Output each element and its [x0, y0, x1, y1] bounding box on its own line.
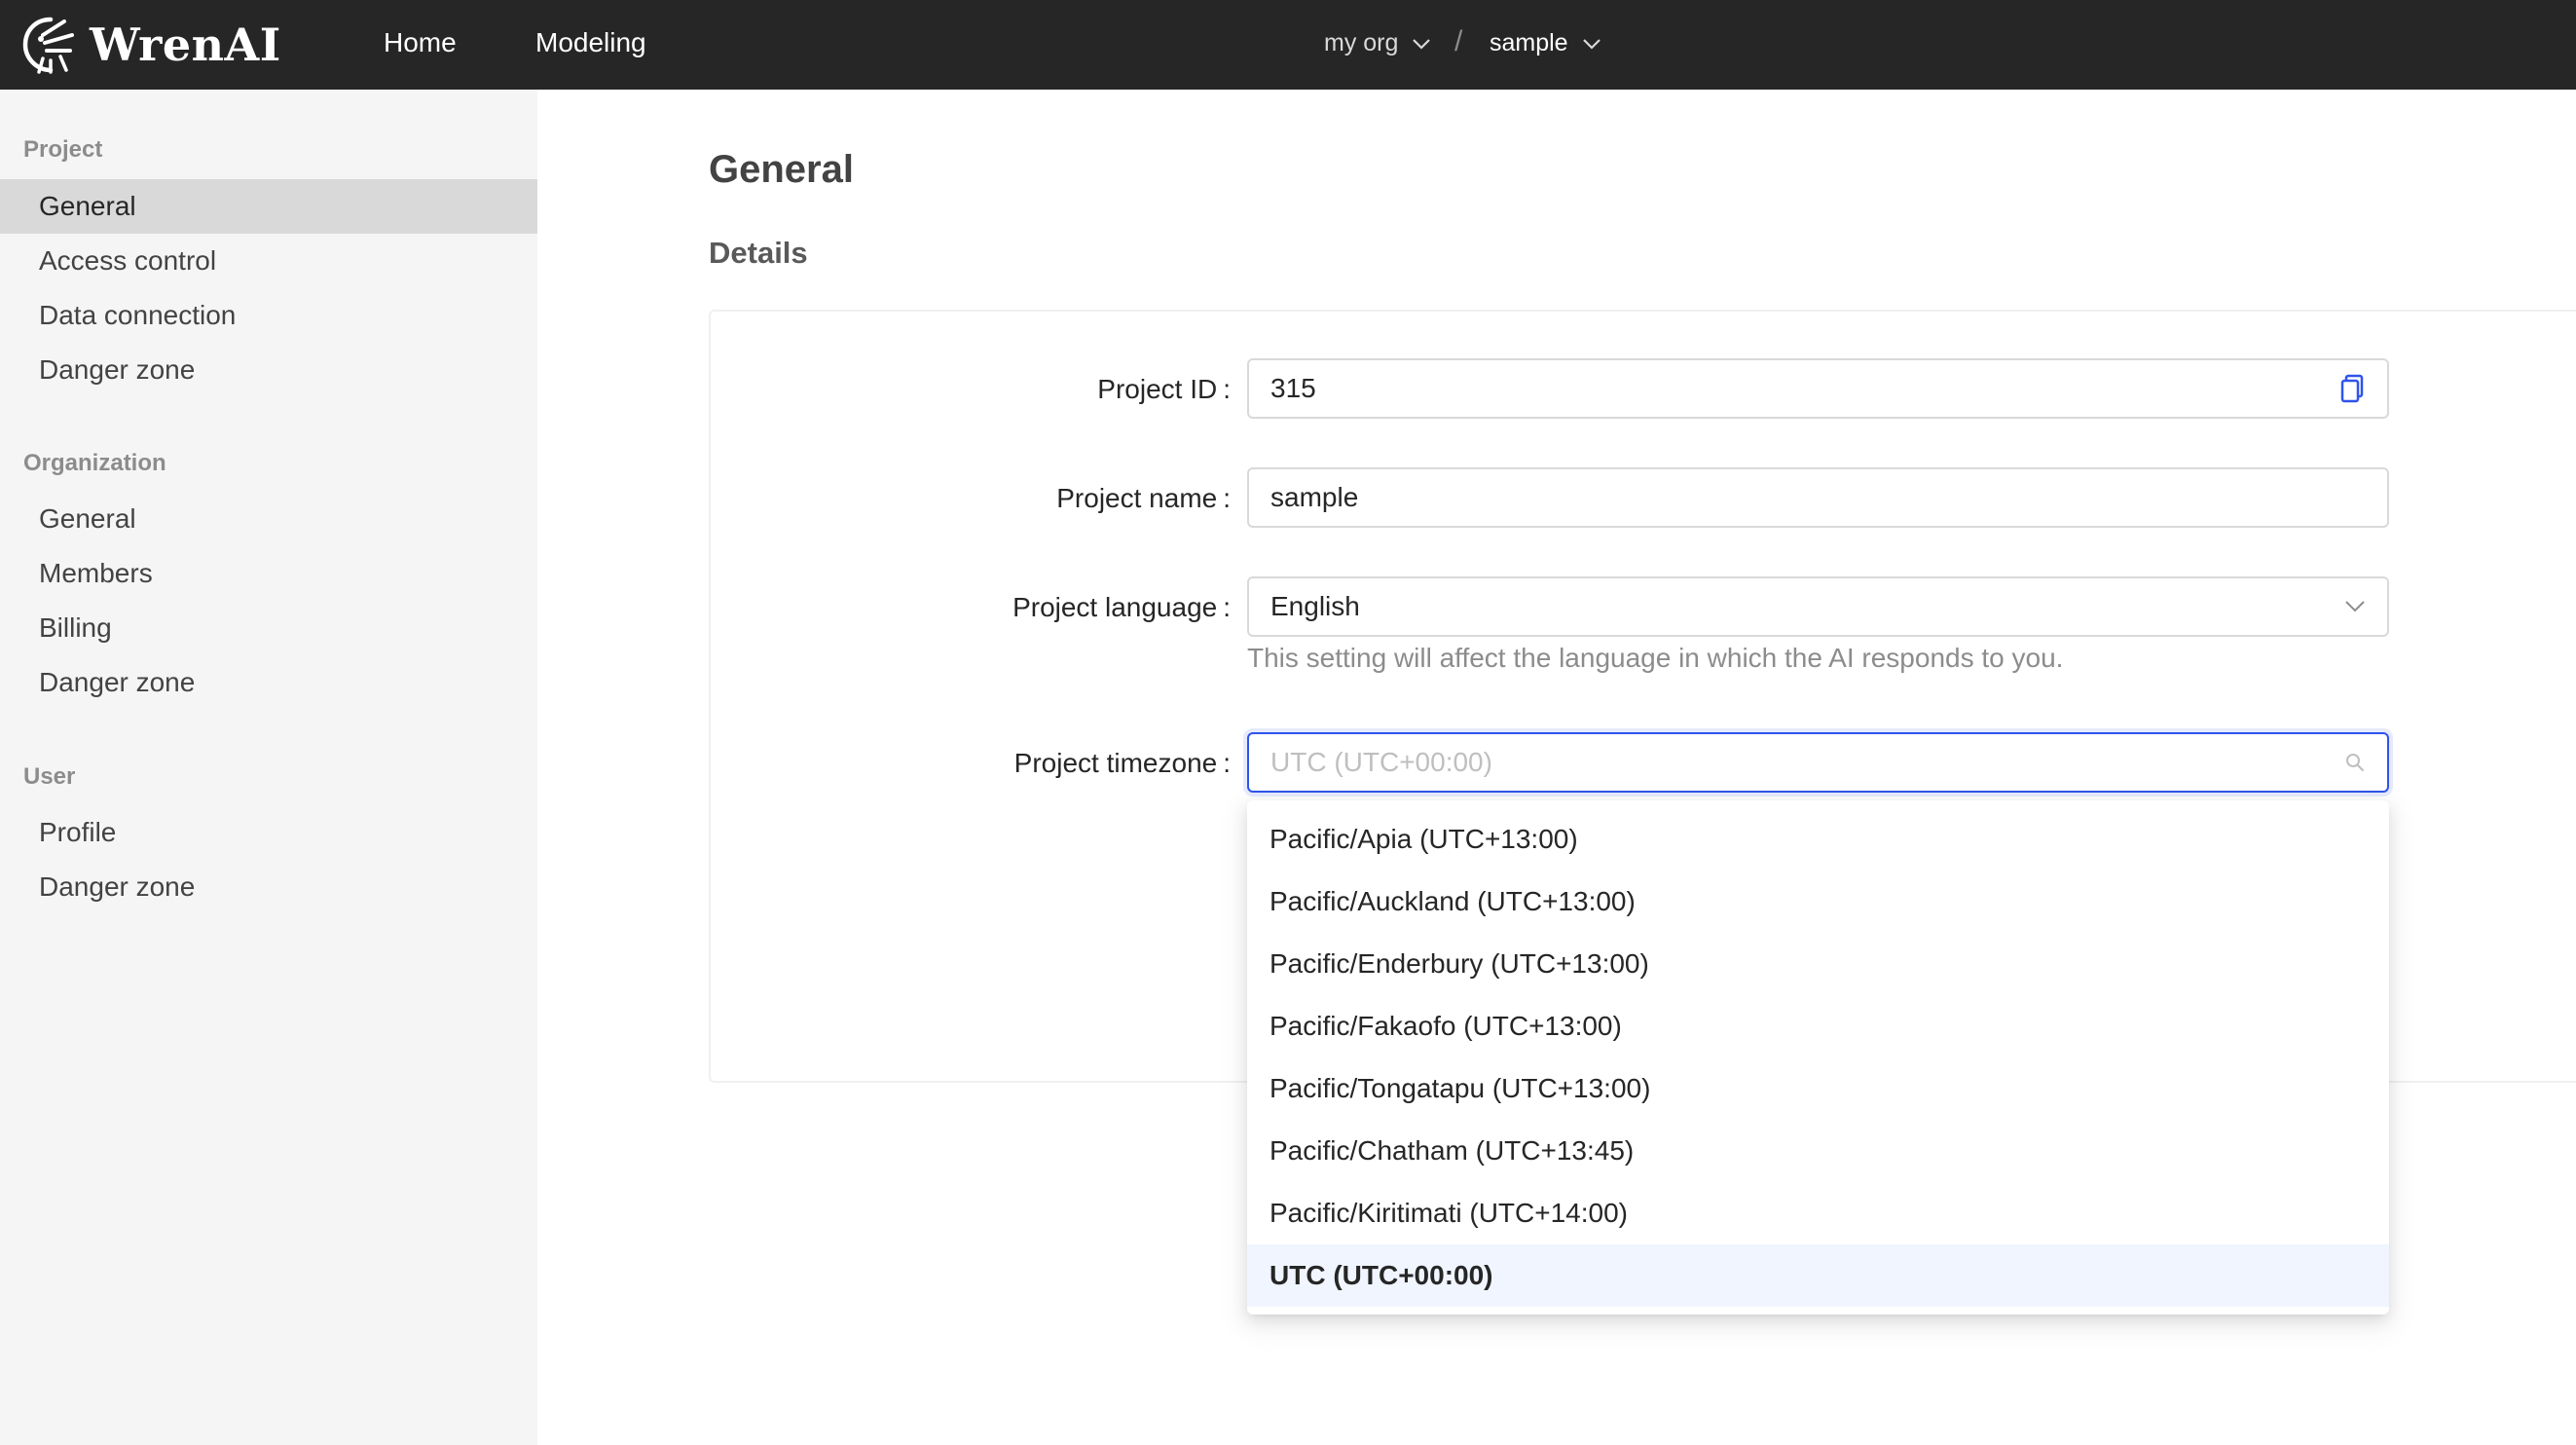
project-language-label-text: Project language [1012, 592, 1218, 622]
sidebar-item-org-danger-zone[interactable]: Danger zone [0, 655, 537, 710]
label-colon: : [1223, 483, 1231, 513]
sidebar-item-access-control[interactable]: Access control [0, 234, 537, 288]
timezone-option[interactable]: Pacific/Chatham (UTC+13:45) [1247, 1120, 2389, 1182]
timezone-option[interactable]: Pacific/Apia (UTC+13:00) [1247, 808, 2389, 871]
project-name-label-text: Project name [1056, 483, 1218, 513]
project-switcher[interactable]: sample [1490, 29, 1601, 57]
org-name: my org [1324, 29, 1399, 56]
sidebar-item-user-danger-zone[interactable]: Danger zone [0, 860, 537, 914]
section-organization: Organization [23, 450, 166, 476]
project-language-select[interactable]: English [1247, 576, 2389, 637]
timezone-option[interactable]: Pacific/Enderbury (UTC+13:00) [1247, 933, 2389, 995]
label-colon: : [1223, 748, 1231, 778]
chevron-down-icon [1582, 38, 1601, 50]
search-icon [2346, 754, 2365, 772]
sidebar-item-project-general[interactable]: General [0, 179, 537, 234]
timezone-option-selected[interactable]: UTC (UTC+00:00) [1247, 1244, 2389, 1307]
org-switcher[interactable]: my org [1324, 29, 1431, 57]
sidebar-item-profile[interactable]: Profile [0, 805, 537, 860]
project-id-label: Project ID: [646, 374, 1231, 405]
language-help-text: This setting will affect the language in… [1247, 643, 2064, 673]
timezone-option[interactable]: Pacific/Tongatapu (UTC+13:00) [1247, 1057, 2389, 1120]
copy-icon [2340, 374, 2364, 403]
project-timezone-select[interactable]: UTC (UTC+00:00) [1247, 732, 2389, 793]
chevron-down-icon [2345, 601, 2365, 612]
sidebar-item-members[interactable]: Members [0, 546, 537, 601]
sidebar-item-org-general[interactable]: General [0, 492, 537, 546]
timezone-option[interactable]: Pacific/Kiritimati (UTC+14:00) [1247, 1182, 2389, 1244]
project-language-value: English [1270, 591, 1360, 621]
project-id-label-text: Project ID [1097, 374, 1218, 404]
chevron-down-icon [1413, 38, 1431, 50]
project-name-label: Project name: [646, 483, 1231, 514]
timezone-option[interactable]: Pacific/Fakaofo (UTC+13:00) [1247, 995, 2389, 1057]
section-user: User [23, 763, 76, 790]
section-title: Details [709, 236, 808, 270]
label-colon: : [1223, 374, 1231, 404]
timezone-search-placeholder: UTC (UTC+00:00) [1270, 747, 1492, 777]
top-navigation-bar: WrenAI Home Modeling my org / sample [0, 0, 2576, 90]
brand-name: WrenAI [90, 19, 281, 71]
project-name: sample [1490, 29, 1568, 56]
project-timezone-label: Project timezone: [646, 748, 1231, 779]
project-timezone-label-text: Project timezone [1013, 748, 1218, 778]
label-colon: : [1223, 592, 1231, 622]
timezone-dropdown: Pacific/Apia (UTC+13:00) Pacific/Aucklan… [1247, 800, 2389, 1315]
project-language-label: Project language: [646, 592, 1231, 623]
wren-logo-icon [22, 17, 74, 74]
breadcrumb-separator: / [1454, 25, 1463, 57]
nav-modeling[interactable]: Modeling [535, 27, 646, 58]
section-project: Project [23, 136, 103, 163]
copy-project-id-button[interactable] [2317, 358, 2389, 419]
project-name-input[interactable]: sample [1247, 467, 2389, 528]
project-id-field: 315 [1247, 358, 2319, 419]
page-title: General [709, 148, 854, 191]
timezone-option[interactable]: Pacific/Auckland (UTC+13:00) [1247, 871, 2389, 933]
sidebar-item-data-connection[interactable]: Data connection [0, 288, 537, 343]
nav-home[interactable]: Home [384, 27, 457, 58]
sidebar-item-billing[interactable]: Billing [0, 601, 537, 655]
settings-sidebar: Project General Access control Data conn… [0, 90, 537, 1445]
brand-logo[interactable]: WrenAI [21, 14, 281, 76]
sidebar-item-project-danger-zone[interactable]: Danger zone [0, 343, 537, 397]
